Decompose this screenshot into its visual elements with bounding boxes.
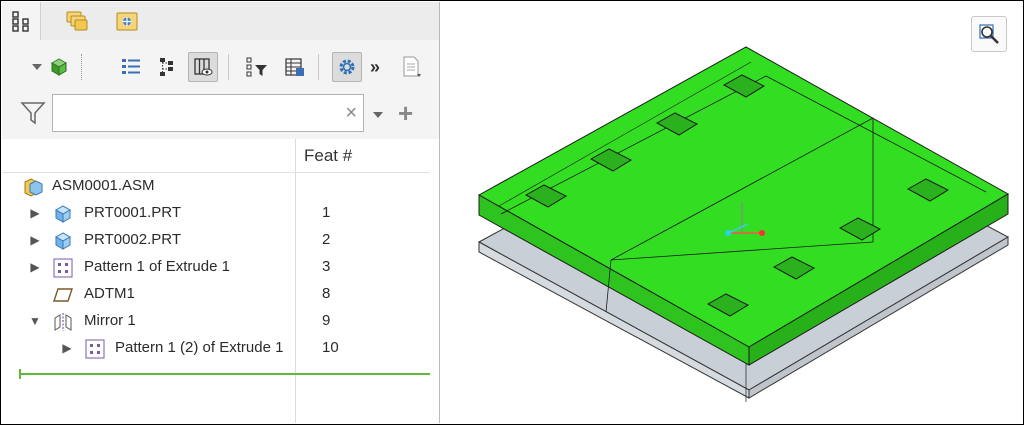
tree-row-part[interactable]: ▶ PRT0001.PRT 1	[2, 200, 430, 227]
tree-row-label: PRT0002.PRT	[84, 231, 181, 248]
search-field: ×	[52, 94, 364, 132]
tree-filters-button[interactable]	[116, 52, 146, 82]
favorites-icon	[116, 12, 138, 31]
tree-row-feat: 1	[322, 204, 331, 221]
insert-here-line[interactable]	[20, 373, 430, 375]
caret-down-icon	[32, 64, 42, 70]
tab-folder-browser[interactable]	[58, 2, 96, 40]
part-icon	[54, 205, 72, 223]
pattern-icon	[53, 258, 73, 278]
collapse-tree-button[interactable]	[152, 52, 182, 82]
model-tree-panel: » × + Feat # ASM0001.ASM ▶ PRT0001.PRT 1…	[2, 2, 440, 423]
tree-structure-icon	[160, 58, 173, 76]
tree-row-mirror[interactable]: ▼ Mirror 1 9	[2, 308, 430, 335]
expand-arrow-icon[interactable]: ▶	[28, 258, 42, 276]
tree-row-feat: 10	[322, 339, 339, 356]
zoom-button[interactable]	[971, 16, 1007, 52]
tree-row-label: Pattern 1 (2) of Extrude 1	[115, 339, 284, 356]
tree-row-label: ASM0001.ASM	[52, 177, 155, 194]
column-header-feat: Feat #	[304, 146, 353, 165]
gear-icon	[339, 59, 355, 75]
panel-tabs	[2, 2, 439, 40]
model-tree-icon	[12, 11, 29, 32]
tab-favorites[interactable]	[108, 2, 146, 40]
graphics-window[interactable]	[441, 2, 1022, 423]
table-settings-icon	[285, 58, 304, 76]
clear-icon[interactable]: ×	[345, 101, 357, 125]
tree-toolbar: »	[2, 46, 439, 90]
pattern-icon	[85, 339, 105, 359]
tree-row-feat: 9	[322, 312, 331, 329]
caret-down-icon	[373, 112, 383, 118]
model-tree: Feat # ASM0001.ASM ▶ PRT0001.PRT 1 ▶ PRT…	[2, 139, 439, 423]
filter-icon	[20, 102, 46, 125]
document-icon	[403, 56, 421, 77]
tree-row-datum[interactable]: ADTM1 8	[2, 281, 430, 308]
magnifier-icon	[979, 24, 999, 44]
notes-button[interactable]	[396, 52, 426, 82]
expand-arrow-icon[interactable]: ▶	[60, 339, 74, 357]
tree-row-label: Pattern 1 of Extrude 1	[84, 258, 230, 275]
upper-plate	[477, 46, 1010, 366]
tree-row-feat: 8	[322, 285, 331, 302]
search-options-dropdown[interactable]	[372, 107, 384, 125]
tree-row-pattern[interactable]: ▶ Pattern 1 (2) of Extrude 1 10	[2, 335, 430, 362]
settings-table-button[interactable]	[280, 52, 310, 82]
add-icon[interactable]: +	[398, 98, 413, 129]
show-button[interactable]	[44, 52, 74, 82]
datum-plane-icon	[53, 288, 73, 302]
tree-row-part[interactable]: ▶ PRT0002.PRT 2	[2, 227, 430, 254]
column-header[interactable]: Feat #	[2, 139, 430, 173]
green-cube-icon	[50, 58, 68, 76]
search-row: × +	[2, 92, 439, 136]
settings-button[interactable]	[332, 52, 362, 82]
tree-row-feat: 3	[322, 258, 331, 275]
window: » × + Feat # ASM0001.ASM ▶ PRT0001.PRT 1…	[0, 0, 1024, 425]
expand-arrow-icon[interactable]: ▶	[28, 204, 42, 222]
collapse-arrow-icon[interactable]: ▼	[28, 312, 42, 330]
model-viewport[interactable]	[441, 2, 1022, 423]
part-icon	[54, 232, 72, 250]
tree-row-feat: 2	[322, 231, 331, 248]
columns-eye-icon	[194, 58, 213, 76]
tree-row-assembly[interactable]: ASM0001.ASM	[2, 173, 430, 200]
tab-model-tree[interactable]	[2, 2, 41, 40]
tree-filter-button[interactable]	[242, 52, 272, 82]
chevron-double-right-icon: »	[369, 56, 380, 77]
list-icon	[122, 59, 140, 74]
columns-button[interactable]	[188, 52, 218, 82]
tree-filter-icon	[246, 57, 267, 77]
tree-row-label: ADTM1	[84, 285, 135, 302]
tree-row-pattern[interactable]: ▶ Pattern 1 of Extrude 1 3	[2, 254, 430, 281]
folder-browser-icon	[66, 11, 88, 31]
tree-row-label: Mirror 1	[84, 312, 136, 329]
filter-button[interactable]	[20, 100, 46, 131]
assembly-icon	[24, 178, 43, 197]
expand-arrow-icon[interactable]: ▶	[28, 231, 42, 249]
search-input[interactable]	[59, 95, 333, 131]
tree-row-label: PRT0001.PRT	[84, 204, 181, 221]
more-tools-button[interactable]: »	[364, 52, 386, 82]
mirror-icon	[54, 313, 72, 331]
